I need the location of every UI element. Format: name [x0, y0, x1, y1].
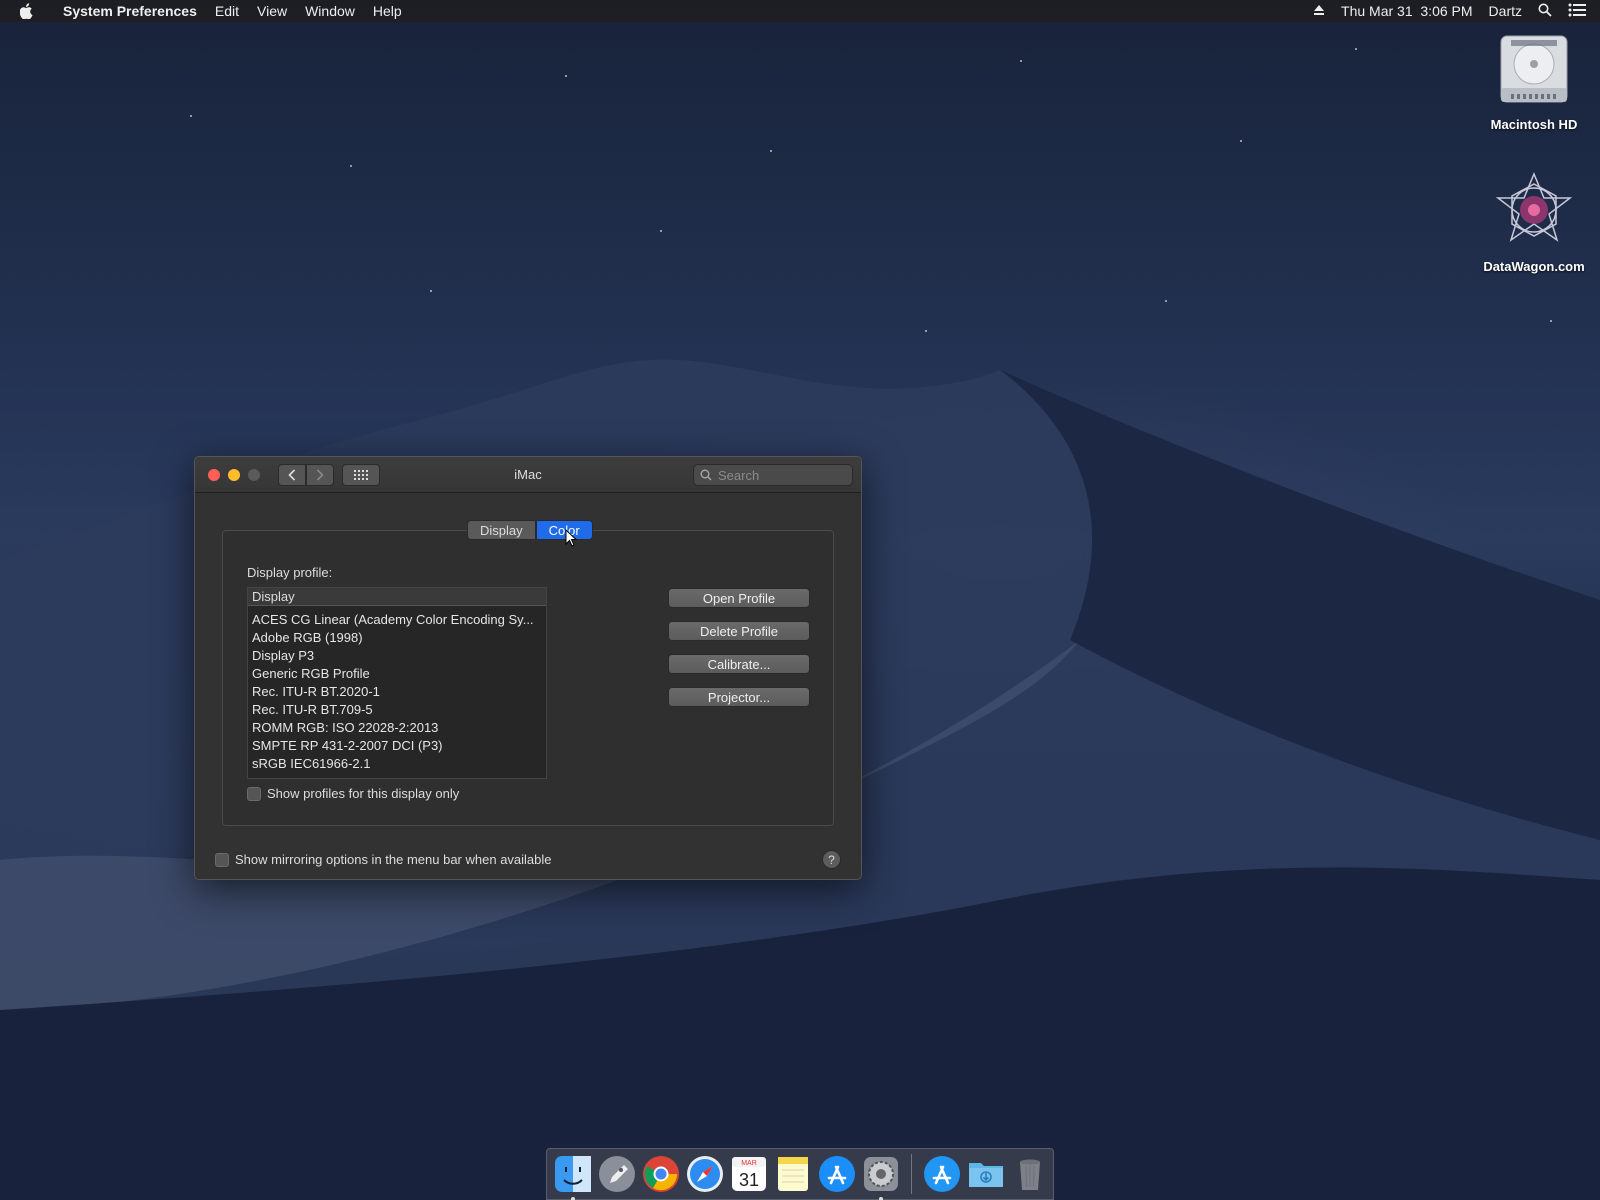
search-field[interactable] — [693, 464, 853, 486]
trash-icon[interactable] — [1010, 1154, 1050, 1194]
calendar-day: 31 — [739, 1170, 759, 1190]
app-store-icon[interactable] — [817, 1154, 857, 1194]
window-minimize-button[interactable] — [228, 468, 240, 481]
eject-icon[interactable] — [1313, 3, 1325, 19]
show-all-button[interactable] — [342, 463, 380, 486]
menubar-clock[interactable]: Thu Mar 31 3:06 PM — [1341, 3, 1473, 19]
menu-view[interactable]: View — [248, 3, 296, 19]
window-close-button[interactable] — [208, 468, 220, 481]
apple-menu-icon[interactable] — [0, 3, 54, 19]
profile-list-header[interactable]: Display — [248, 588, 546, 606]
mirroring-option: Show mirroring options in the menu bar w… — [215, 852, 552, 867]
mirroring-label: Show mirroring options in the menu bar w… — [235, 852, 552, 867]
profile-list-item[interactable]: ROMM RGB: ISO 22028-2:2013 — [248, 718, 546, 736]
chevron-right-icon — [316, 468, 324, 481]
menu-bar: System Preferences Edit View Window Help… — [0, 0, 1600, 22]
profile-list-item[interactable]: Display P3 — [248, 646, 546, 664]
tab-display[interactable]: Display — [467, 520, 536, 540]
menu-edit[interactable]: Edit — [206, 3, 248, 19]
show-profiles-option: Show profiles for this display only — [247, 786, 459, 801]
spotlight-search-icon[interactable] — [1538, 3, 1552, 20]
show-profiles-checkbox[interactable] — [247, 786, 261, 801]
desktop-icon-datawagon[interactable]: DataWagon.com — [1474, 170, 1594, 274]
menu-help[interactable]: Help — [364, 3, 411, 19]
forward-button[interactable] — [306, 463, 334, 486]
hard-drive-icon — [1474, 32, 1594, 111]
profile-list-item[interactable]: Adobe RGB (1998) — [248, 628, 546, 646]
display-profile-label: Display profile: — [247, 565, 333, 580]
open-profile-button[interactable]: Open Profile — [668, 588, 810, 608]
profile-list-item[interactable]: Rec. ITU-R BT.709-5 — [248, 700, 546, 718]
profile-list-item[interactable]: SMPTE RP 431-2-2007 DCI (P3) — [248, 736, 546, 754]
window-zoom-button[interactable] — [248, 468, 260, 481]
notes-icon[interactable] — [773, 1154, 813, 1194]
help-button[interactable]: ? — [822, 850, 841, 869]
downloads-folder-icon[interactable] — [966, 1154, 1006, 1194]
menu-window[interactable]: Window — [296, 3, 364, 19]
delete-profile-button[interactable]: Delete Profile — [668, 621, 810, 641]
calibrate-button[interactable]: Calibrate... — [668, 654, 810, 674]
search-input[interactable] — [718, 467, 848, 483]
menu-app-name[interactable]: System Preferences — [54, 3, 206, 19]
window-titlebar[interactable]: iMac — [195, 457, 861, 493]
app-store-folder-icon[interactable] — [922, 1154, 962, 1194]
system-preferences-icon[interactable] — [861, 1154, 901, 1200]
finder-icon[interactable] — [553, 1154, 593, 1200]
show-profiles-label: Show profiles for this display only — [267, 786, 460, 801]
calendar-icon[interactable]: MAR 31 — [729, 1154, 769, 1194]
chrome-icon[interactable] — [641, 1154, 681, 1194]
profile-list-item[interactable]: ACES CG Linear (Academy Color Encoding S… — [248, 610, 546, 628]
search-icon — [700, 469, 712, 481]
notification-center-icon[interactable] — [1568, 3, 1586, 20]
datawagon-logo-icon — [1474, 170, 1594, 253]
safari-icon[interactable] — [685, 1154, 725, 1194]
menubar-user[interactable]: Dartz — [1489, 3, 1522, 19]
mirroring-checkbox[interactable] — [215, 852, 229, 867]
profile-list-item[interactable]: Generic RGB Profile — [248, 664, 546, 682]
desktop-icon-label: DataWagon.com — [1483, 259, 1585, 274]
desktop-icon-label: Macintosh HD — [1490, 117, 1578, 132]
profile-list-item[interactable]: Rec. ITU-R BT.2020-1 — [248, 682, 546, 700]
dock: MAR 31 — [546, 1148, 1054, 1200]
calendar-month: MAR — [741, 1160, 757, 1167]
profile-list-item[interactable]: sRGB IEC61966-2.1 — [248, 754, 546, 772]
profile-list[interactable]: Display ACES CG Linear (Academy Color En… — [247, 587, 547, 779]
launchpad-icon[interactable] — [597, 1154, 637, 1194]
grid-icon — [354, 469, 368, 480]
chevron-left-icon — [288, 468, 296, 481]
mouse-pointer-icon — [565, 529, 577, 547]
desktop-icon-macintosh-hd[interactable]: Macintosh HD — [1474, 32, 1594, 132]
projector-button[interactable]: Projector... — [668, 687, 810, 707]
dock-separator — [911, 1154, 912, 1194]
back-button[interactable] — [278, 463, 306, 486]
display-preferences-window: iMac Display Color Display profile: Disp… — [194, 456, 862, 880]
